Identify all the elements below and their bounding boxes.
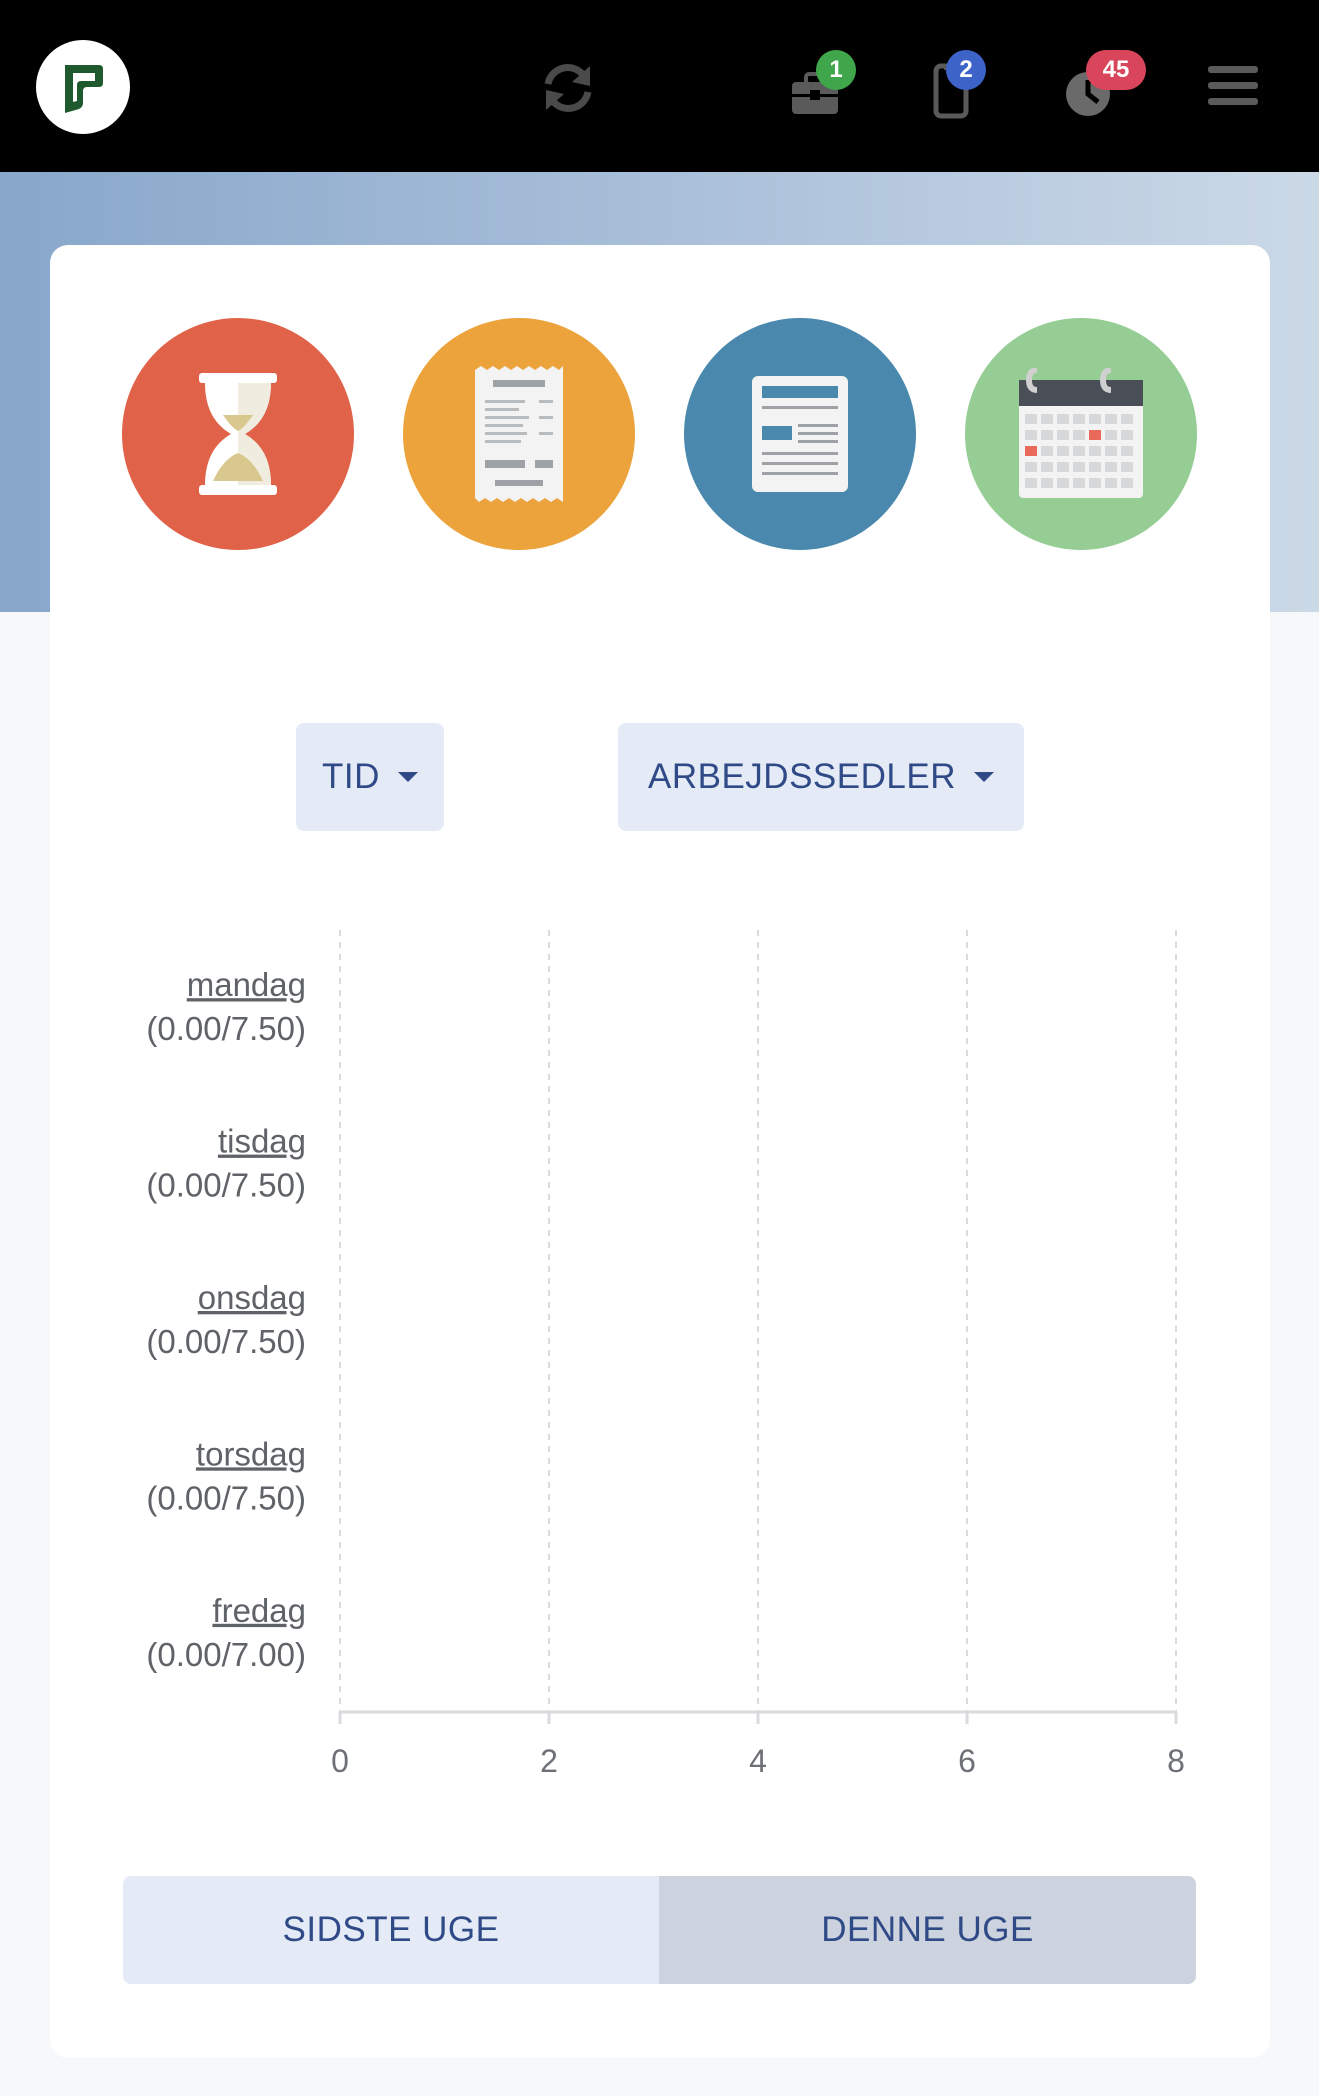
document-icon <box>752 376 848 492</box>
document-tile[interactable] <box>684 318 916 550</box>
tid-dropdown[interactable]: TID <box>296 723 444 831</box>
menu-icon[interactable] <box>1208 64 1258 113</box>
last-week-label: SIDSTE UGE <box>282 1910 500 1949</box>
receipt-icon <box>475 366 563 502</box>
arbejdssedler-dropdown[interactable]: ARBEJDSSEDLER <box>618 723 1024 831</box>
calendar-tile[interactable] <box>965 318 1197 550</box>
chevron-down-icon <box>973 772 994 782</box>
chevron-down-icon <box>397 772 418 782</box>
calendar-icon <box>1019 368 1143 498</box>
clock-badge: 45 <box>1086 50 1146 90</box>
last-week-button[interactable]: SIDSTE UGE <box>123 1876 659 1984</box>
phone-badge: 2 <box>946 50 986 90</box>
receipt-tile[interactable] <box>403 318 635 550</box>
tid-dropdown-label: TID <box>322 757 380 796</box>
hourglass-icon <box>199 373 277 495</box>
this-week-label: DENNE UGE <box>821 1910 1034 1949</box>
this-week-button[interactable]: DENNE UGE <box>659 1876 1196 1984</box>
logo-icon[interactable] <box>36 40 130 134</box>
time-tile[interactable] <box>122 318 354 550</box>
top-navigation-bar: 1 2 45 <box>0 0 1319 172</box>
refresh-icon[interactable] <box>538 58 598 123</box>
briefcase-badge: 1 <box>816 50 856 90</box>
arbejdssedler-dropdown-label: ARBEJDSSEDLER <box>648 757 956 796</box>
